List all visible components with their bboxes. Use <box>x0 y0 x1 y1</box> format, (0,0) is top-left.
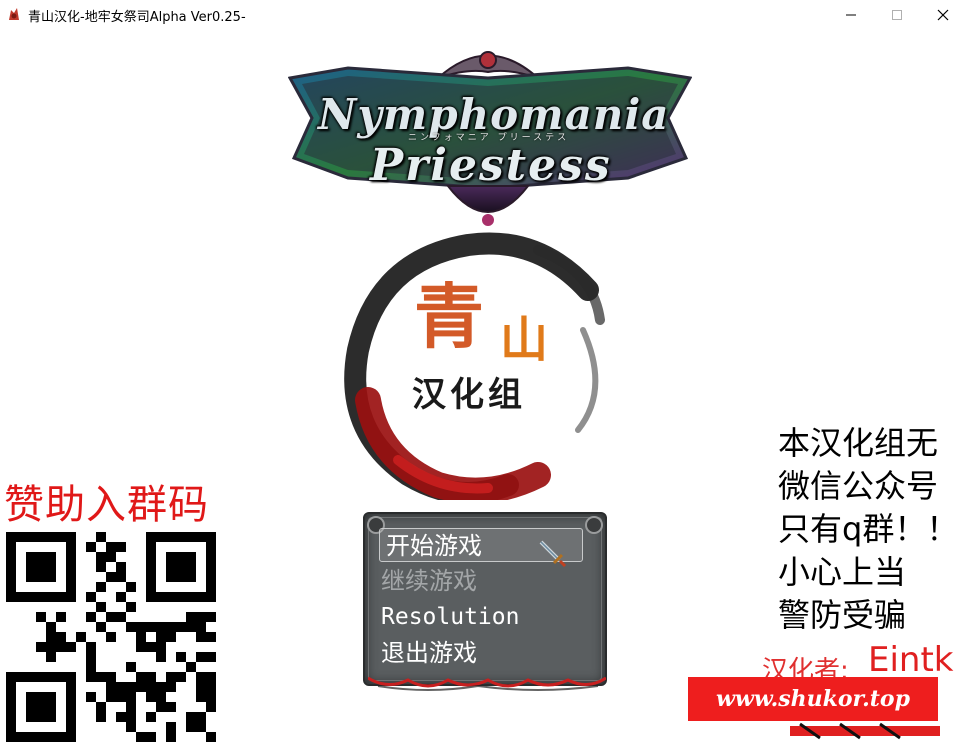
menu-item-continue[interactable]: 继续游戏 <box>381 564 581 598</box>
game-canvas: Nymphomania ニンフォマニア プリーステス Priestess 青 山… <box>0 30 966 749</box>
credit-name: Eintk <box>868 640 954 680</box>
watermark-text: www.shukor.top <box>715 686 910 712</box>
watermark-banner: www.shukor.top <box>688 677 938 721</box>
minimize-button[interactable] <box>828 0 874 30</box>
emblem-char-shan: 山 <box>500 312 549 368</box>
notice-line: 小心上当 <box>778 553 907 591</box>
menu-bottom-decoration <box>368 676 606 691</box>
emblem-group-name: 汉化组 <box>412 375 526 415</box>
logo-title-line2: Priestess <box>370 140 612 191</box>
title-menu: 开始游戏 继续游戏 Resolution 退出游戏 <box>363 512 607 686</box>
menu-item-resolution[interactable]: Resolution <box>381 600 581 634</box>
minimize-icon <box>846 14 856 16</box>
window-title: 青山汉化-地牢女祭司Alpha Ver0.25- <box>28 10 246 25</box>
warning-notice: 本汉化组无 微信公众号 只有q群！！ 小心上当 警防受骗 <box>778 422 958 637</box>
emblem-char-qing: 青 <box>414 276 484 358</box>
notice-line: 警防受骗 <box>778 596 907 634</box>
notice-line: 只有q群！！ <box>778 510 959 548</box>
game-logo: Nymphomania ニンフォマニア プリーステス Priestess <box>288 38 692 238</box>
maximize-icon <box>892 10 902 20</box>
sponsor-title: 赞助入群码 <box>4 482 209 528</box>
maximize-button[interactable] <box>874 0 920 30</box>
notice-line: 微信公众号 <box>778 467 939 505</box>
watermark-underlay <box>790 722 940 740</box>
brush-circle-emblem <box>344 232 605 500</box>
close-button[interactable] <box>920 0 966 30</box>
close-icon <box>937 9 949 21</box>
rivet-icon <box>585 516 603 534</box>
qr-code <box>6 532 216 742</box>
window-titlebar: 青山汉化-地牢女祭司Alpha Ver0.25- <box>0 0 966 31</box>
notice-line: 本汉化组无 <box>778 424 939 462</box>
menu-item-exit[interactable]: 退出游戏 <box>381 636 581 670</box>
app-icon <box>9 8 19 20</box>
